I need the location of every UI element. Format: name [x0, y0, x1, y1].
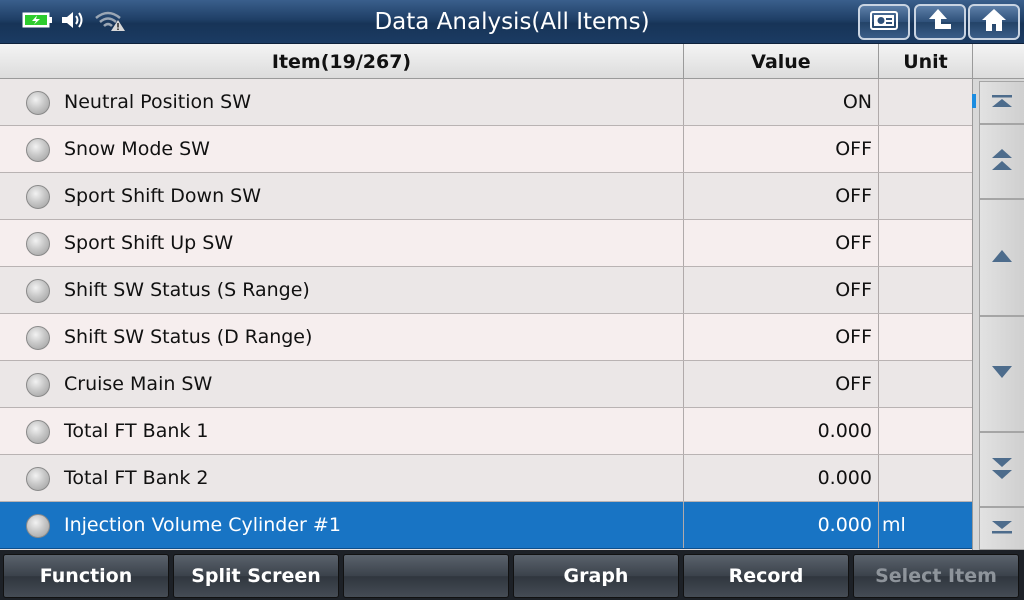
line-down-button[interactable]	[979, 316, 1024, 432]
page-down-icon	[990, 455, 1014, 485]
item-label: Snow Mode SW	[64, 138, 210, 160]
scroll-top-icon	[990, 93, 1014, 113]
record-button[interactable]: Record	[683, 554, 849, 598]
row-select-radio[interactable]	[26, 467, 50, 491]
item-label: Neutral Position SW	[64, 91, 252, 113]
split-screen-button[interactable]: Split Screen	[173, 554, 339, 598]
page-up-icon	[990, 147, 1014, 177]
row-select-radio[interactable]	[26, 514, 50, 538]
column-header-value: Value	[684, 44, 879, 79]
unit-cell	[879, 455, 972, 501]
row-select-radio[interactable]	[26, 326, 50, 350]
unit-cell	[879, 408, 972, 454]
graph-button[interactable]: Graph	[513, 554, 679, 598]
home-icon	[980, 7, 1008, 37]
item-label: Sport Shift Down SW	[64, 185, 261, 207]
column-header-item[interactable]: Item(19/267)	[0, 44, 684, 79]
page-down-button[interactable]	[979, 432, 1024, 507]
row-select-radio[interactable]	[26, 232, 50, 256]
unit-cell	[879, 173, 972, 219]
item-cell: Sport Shift Up SW	[0, 220, 684, 266]
item-label: Sport Shift Up SW	[64, 232, 234, 254]
unit-cell: ml	[882, 514, 906, 536]
table-row[interactable]: Shift SW Status (S Range) OFF	[0, 267, 972, 314]
empty-function-button[interactable]	[343, 554, 509, 598]
table-row[interactable]: Total FT Bank 2 0.000	[0, 455, 972, 502]
scroll-bottom-icon	[990, 519, 1014, 539]
item-label: Shift SW Status (D Range)	[64, 326, 313, 348]
item-cell: Injection Volume Cylinder #1	[0, 502, 684, 548]
item-cell: Total FT Bank 1	[0, 408, 684, 454]
value-cell: OFF	[684, 314, 879, 360]
function-bar: Function Split Screen Graph Record Select It…	[0, 550, 1024, 600]
back-button[interactable]	[914, 4, 966, 40]
page-up-button[interactable]	[979, 124, 1024, 199]
value-cell: 0.000	[684, 455, 879, 501]
value-cell: ON	[684, 79, 879, 125]
scroll-header	[973, 44, 1024, 79]
item-cell: Snow Mode SW	[0, 126, 684, 172]
item-cell: Shift SW Status (S Range)	[0, 267, 684, 313]
screenshot-icon	[869, 9, 899, 35]
select-item-button: Select Item	[853, 554, 1019, 598]
table-header: Item(19/267) Value Unit	[0, 44, 972, 79]
row-select-radio[interactable]	[26, 138, 50, 162]
item-cell: Total FT Bank 2	[0, 455, 684, 501]
table-row[interactable]: Snow Mode SW OFF	[0, 126, 972, 173]
item-label: Injection Volume Cylinder #1	[64, 514, 341, 536]
back-arrow-icon	[926, 7, 954, 37]
item-label: Total FT Bank 1	[64, 420, 209, 442]
row-select-radio[interactable]	[26, 279, 50, 303]
value-cell: 0.000	[684, 502, 879, 548]
item-cell: Cruise Main SW	[0, 361, 684, 407]
table-row[interactable]: Shift SW Status (D Range) OFF	[0, 314, 972, 361]
unit-cell	[879, 220, 972, 266]
value-cell: OFF	[684, 361, 879, 407]
value-cell: OFF	[684, 220, 879, 266]
row-select-radio[interactable]	[26, 91, 50, 115]
table-row[interactable]: Sport Shift Up SW OFF	[0, 220, 972, 267]
row-select-radio[interactable]	[26, 420, 50, 444]
column-header-unit: Unit	[903, 51, 948, 73]
home-button[interactable]	[968, 4, 1020, 40]
unit-cell	[879, 267, 972, 313]
value-cell: OFF	[684, 173, 879, 219]
table-row[interactable]: Injection Volume Cylinder #1 0.000 ml	[0, 502, 972, 549]
function-button[interactable]: Function	[3, 554, 169, 598]
unit-cell	[879, 361, 972, 407]
title-bar: Data Analysis(All Items)	[0, 0, 1024, 44]
line-up-button[interactable]	[979, 199, 1024, 316]
value-cell: OFF	[684, 267, 879, 313]
item-cell: Sport Shift Down SW	[0, 173, 684, 219]
scroll-position-indicator	[972, 94, 976, 108]
item-label: Cruise Main SW	[64, 373, 213, 395]
item-cell: Shift SW Status (D Range)	[0, 314, 684, 360]
scroll-column	[972, 44, 1024, 550]
value-cell: OFF	[684, 126, 879, 172]
item-label: Shift SW Status (S Range)	[64, 279, 310, 301]
table-row[interactable]: Sport Shift Down SW OFF	[0, 173, 972, 220]
unit-cell	[879, 79, 972, 125]
table-row[interactable]: Cruise Main SW OFF	[0, 361, 972, 408]
row-select-radio[interactable]	[26, 185, 50, 209]
screenshot-button[interactable]	[858, 4, 910, 40]
value-cell: 0.000	[684, 408, 879, 454]
scroll-bottom-button[interactable]	[979, 507, 1024, 550]
line-up-icon	[990, 248, 1014, 268]
row-select-radio[interactable]	[26, 373, 50, 397]
scroll-top-button[interactable]	[979, 81, 1024, 124]
unit-cell	[879, 126, 972, 172]
table-row[interactable]: Total FT Bank 1 0.000	[0, 408, 972, 455]
data-table: Item(19/267) Value Unit Neutral Position…	[0, 44, 972, 550]
item-cell: Neutral Position SW	[0, 79, 684, 125]
line-down-icon	[990, 364, 1014, 384]
item-label: Total FT Bank 2	[64, 467, 209, 489]
unit-cell	[879, 314, 972, 360]
table-row[interactable]: Neutral Position SW ON	[0, 79, 972, 126]
